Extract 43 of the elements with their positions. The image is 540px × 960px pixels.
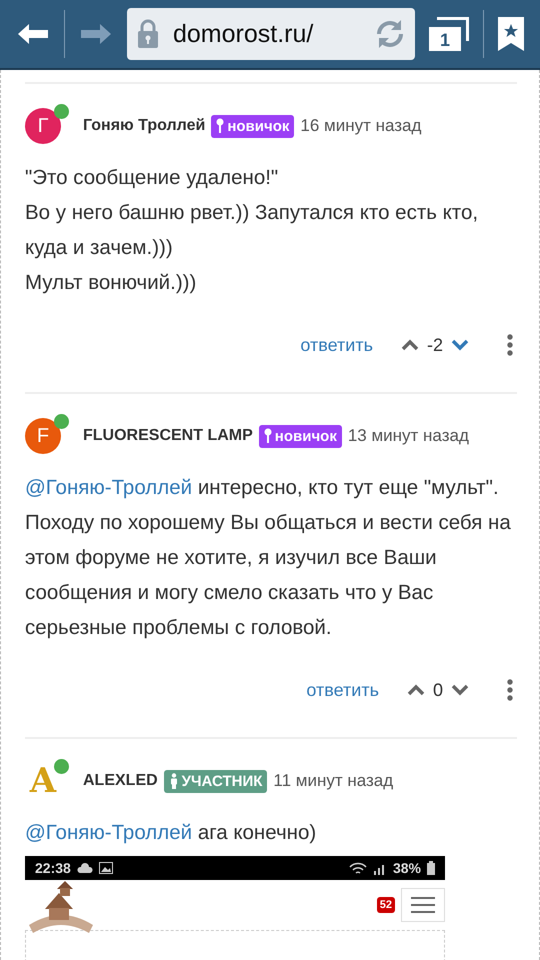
more-icon[interactable]	[507, 679, 513, 701]
rank-badge: новичок	[258, 424, 342, 448]
battery-percent: 38%	[392, 860, 421, 876]
upvote-icon[interactable]	[406, 684, 425, 696]
post-time: 16 минут назад	[300, 116, 422, 136]
rank-badge: УЧАСТНИК	[164, 770, 268, 792]
address-field[interactable]: domorost.ru/	[127, 8, 415, 60]
notification-count[interactable]: 52	[376, 897, 395, 913]
comment-text: @Гоняю-Троллей интересно, кто тут еще "мульт". Походу по хорошему Вы общаться и вести себя на этом форуме не хотите, я изучил все Ваши сообщения и могу смело сказать что у Вас серьезные проблемы с головой.	[25, 475, 512, 641]
comment-text: @Гоняю-Троллей ага конечно)	[25, 820, 318, 846]
battery-icon	[427, 861, 435, 875]
upvote-icon[interactable]	[400, 339, 419, 351]
more-icon[interactable]	[507, 334, 513, 356]
vote-score: -2	[426, 334, 443, 356]
lock-icon	[137, 19, 159, 49]
forward-icon[interactable]	[79, 22, 113, 46]
author-name[interactable]: FLUORESCENT LAMP	[83, 427, 253, 445]
reply-link[interactable]: ответить	[306, 680, 379, 700]
rank-badge: новичок	[211, 114, 294, 138]
user-avatar[interactable]: F	[25, 418, 61, 454]
comment-text: "Это сообщение удалено!"	[25, 165, 280, 191]
post-time: 11 минут назад	[273, 771, 394, 791]
post-time: 13 минут назад	[348, 426, 469, 446]
bookmark-icon[interactable]	[498, 17, 524, 51]
author-name[interactable]: ALEXLED	[83, 772, 158, 790]
attached-screenshot[interactable]: 22:38 38% 52	[25, 856, 445, 960]
wifi-icon	[348, 862, 367, 874]
reply-link[interactable]: ответить	[300, 334, 373, 356]
author-name[interactable]: Гоняю Троллей	[83, 117, 206, 135]
back-icon[interactable]	[16, 22, 50, 46]
image-icon	[98, 862, 113, 874]
menu-button[interactable]	[401, 888, 445, 922]
cloud-icon	[76, 862, 93, 874]
vote-score: 0	[432, 680, 443, 700]
comment-text: Во у него башню рвет.)) Запутался кто есть кто, куда и зачем.)))	[25, 200, 480, 261]
user-avatar[interactable]: Г	[25, 108, 61, 144]
downvote-icon[interactable]	[451, 684, 469, 696]
mention-link[interactable]: @Гоняю-Троллей	[25, 476, 192, 499]
menu-icon	[411, 897, 435, 913]
mention-link[interactable]: @Гоняю-Троллей	[25, 821, 192, 844]
downvote-icon[interactable]	[451, 339, 469, 351]
comment-text: Мульт вонючий.)))	[25, 270, 198, 296]
status-time: 22:38	[35, 860, 71, 876]
